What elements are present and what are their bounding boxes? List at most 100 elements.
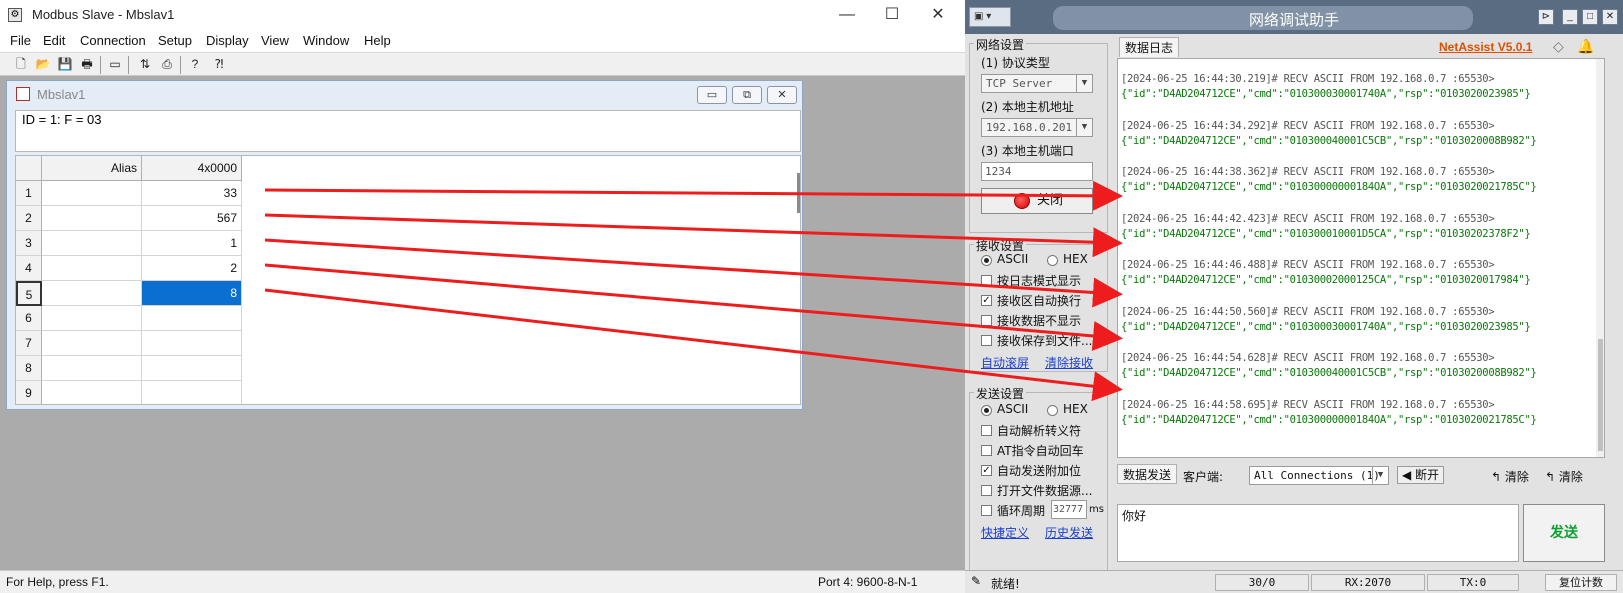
tab-data-log[interactable]: 数据日志 — [1119, 37, 1180, 57]
host-port-input[interactable]: 1234 — [981, 162, 1093, 181]
menu-edit[interactable]: Edit — [43, 33, 65, 48]
history-link[interactable]: 历史发送 — [1045, 524, 1093, 541]
log-mode-checkbox[interactable] — [981, 275, 992, 286]
context-help-icon[interactable]: ⁈ — [210, 56, 228, 73]
row-number[interactable]: 4 — [16, 256, 42, 281]
child-minimize-icon[interactable]: ▭ — [697, 86, 727, 104]
child-titlebar[interactable]: Mbslav1 ▭ ⧉ ✕ — [7, 81, 802, 107]
tab-data-send[interactable]: 数据发送 — [1117, 464, 1178, 484]
modbus-titlebar[interactable]: ⚙ Modbus Slave - Mbslav1 — ☐ ✕ — [0, 0, 965, 30]
column-header-register[interactable]: 4x0000 — [142, 156, 242, 181]
new-file-icon[interactable]: 🗋 — [12, 56, 30, 73]
register-value-cell[interactable]: 567 — [142, 206, 242, 231]
diamond-icon[interactable]: ◇ — [1553, 38, 1564, 55]
disconnect-button[interactable]: ◀ 断开 — [1397, 466, 1445, 484]
chevron-down-icon[interactable]: ▼ — [1076, 75, 1092, 92]
na-minimize-icon[interactable]: _ — [1562, 9, 1578, 25]
close-icon[interactable]: ✕ — [918, 3, 958, 27]
grid-scrollbar[interactable] — [794, 156, 800, 404]
send-text-input[interactable]: 你好 — [1117, 504, 1519, 562]
protocol-select[interactable]: TCP Server ▼ — [981, 74, 1093, 93]
child-close-icon[interactable]: ✕ — [767, 86, 797, 104]
auto-wrap-checkbox[interactable]: ✓ — [981, 295, 992, 306]
minimize-icon[interactable]: — — [827, 3, 867, 27]
client-select[interactable]: All Connections (1) ▼ — [1249, 466, 1389, 485]
menu-file[interactable]: File — [10, 33, 31, 48]
help-icon[interactable]: ? — [186, 56, 204, 73]
row-number[interactable]: 5 — [16, 281, 42, 306]
menu-help[interactable]: Help — [364, 33, 391, 48]
row-number[interactable]: 8 — [16, 356, 42, 381]
hide-data-checkbox[interactable] — [981, 315, 992, 326]
auto-escape-checkbox[interactable] — [981, 425, 992, 436]
file-source-checkbox[interactable] — [981, 485, 992, 496]
alias-cell[interactable] — [42, 306, 142, 331]
send-button[interactable]: 发送 — [1523, 504, 1605, 562]
host-address-select[interactable]: 192.168.0.201 ▼ — [981, 118, 1093, 137]
register-value-cell[interactable]: 33 — [142, 181, 242, 206]
alias-cell[interactable] — [42, 231, 142, 256]
auto-checksum-checkbox[interactable]: ✓ — [981, 465, 992, 476]
netassist-titlebar[interactable]: ▣ ▾ 网络调试助手 ⊳ _ □ ✕ — [965, 0, 1623, 34]
register-value-cell[interactable]: 1 — [142, 231, 242, 256]
open-folder-icon[interactable]: 📂 — [34, 56, 52, 73]
row-number[interactable]: 2 — [16, 206, 42, 231]
menu-window[interactable]: Window — [303, 33, 349, 48]
clear-send-button[interactable]: ↰ 清除 — [1545, 468, 1583, 485]
row-number[interactable]: 7 — [16, 331, 42, 356]
receive-log-area[interactable]: [2024-06-25 16:44:30.219]# RECV ASCII FR… — [1117, 58, 1605, 458]
cycle-period-input[interactable]: 32777 — [1051, 500, 1087, 519]
log-scrollbar[interactable] — [1596, 59, 1604, 457]
grid-scroll-thumb[interactable] — [797, 173, 800, 213]
clear-recv-link[interactable]: 清除接收 — [1045, 354, 1093, 371]
pin-icon[interactable]: ⊳ — [1538, 9, 1554, 25]
menu-view[interactable]: View — [261, 33, 289, 48]
clear-recv-button[interactable]: ↰ 清除 — [1491, 468, 1529, 485]
maximize-icon[interactable]: ☐ — [872, 3, 912, 27]
register-value-cell[interactable]: 8 — [142, 281, 242, 306]
chevron-down-icon[interactable]: ▼ — [1076, 119, 1092, 136]
row-number[interactable]: 6 — [16, 306, 42, 331]
na-close-icon[interactable]: ✕ — [1602, 9, 1618, 25]
recv-hex-radio[interactable] — [1047, 255, 1058, 266]
at-cr-checkbox[interactable] — [981, 445, 992, 456]
chevron-down-icon[interactable]: ▼ — [1372, 467, 1388, 484]
alias-cell[interactable] — [42, 206, 142, 231]
menu-connection[interactable]: Connection — [80, 33, 146, 48]
row-number[interactable]: 9 — [16, 381, 42, 404]
alias-cell[interactable] — [42, 356, 142, 381]
column-header-alias[interactable]: Alias — [42, 156, 142, 181]
menu-setup[interactable]: Setup — [158, 33, 192, 48]
register-value-cell[interactable] — [142, 331, 242, 356]
alias-cell[interactable] — [42, 381, 142, 404]
cycle-checkbox[interactable] — [981, 505, 992, 516]
na-maximize-icon[interactable]: □ — [1582, 9, 1598, 25]
register-value-cell[interactable] — [142, 356, 242, 381]
log-scroll-thumb[interactable] — [1598, 339, 1603, 451]
child-restore-icon[interactable]: ⧉ — [732, 86, 762, 104]
row-number[interactable]: 1 — [16, 181, 42, 206]
alias-cell[interactable] — [42, 331, 142, 356]
connect-icon[interactable]: ⇅ — [136, 56, 154, 73]
row-number[interactable]: 3 — [16, 231, 42, 256]
register-value-cell[interactable]: 2 — [142, 256, 242, 281]
window-icon[interactable]: ▭ — [106, 56, 124, 73]
register-value-cell[interactable] — [142, 381, 242, 404]
shortcut-link[interactable]: 快捷定义 — [981, 524, 1029, 541]
send-hex-radio[interactable] — [1047, 405, 1058, 416]
save-file-checkbox[interactable] — [981, 335, 992, 346]
bell-icon[interactable]: 🔔 — [1577, 38, 1594, 55]
alias-cell[interactable] — [42, 256, 142, 281]
save-icon[interactable]: 💾 — [56, 56, 74, 73]
auto-scroll-link[interactable]: 自动滚屏 — [981, 354, 1029, 371]
version-link[interactable]: NetAssist V5.0.1 — [1439, 40, 1532, 54]
alias-cell[interactable] — [42, 181, 142, 206]
print-icon[interactable]: 🖶 — [78, 56, 96, 73]
menu-display[interactable]: Display — [206, 33, 249, 48]
send-ascii-radio[interactable] — [981, 405, 992, 416]
disconnect-icon[interactable]: ⎙ — [158, 56, 176, 73]
register-value-cell[interactable] — [142, 306, 242, 331]
reset-count-button[interactable]: 复位计数 — [1545, 574, 1617, 591]
close-connection-button[interactable]: 关闭 — [981, 188, 1093, 214]
alias-cell[interactable] — [42, 281, 142, 306]
